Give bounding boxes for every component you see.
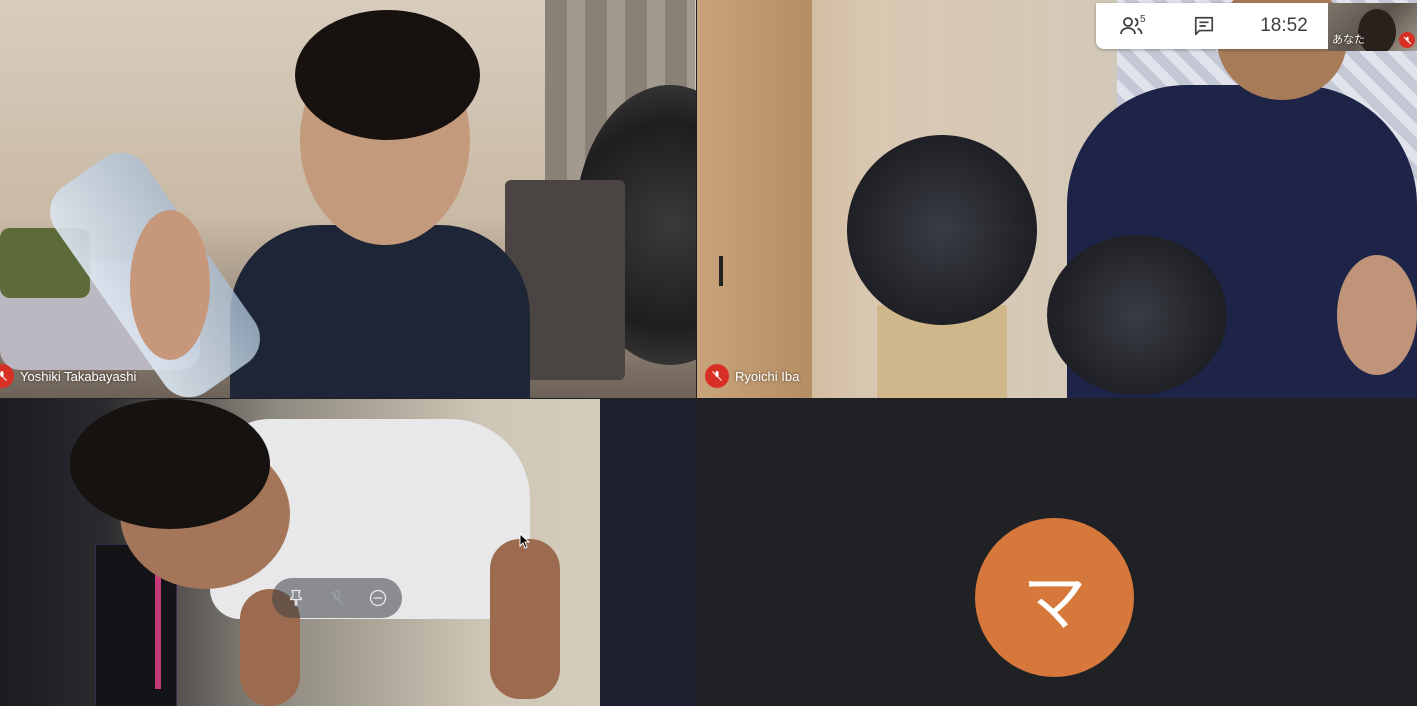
mic-off-icon <box>705 364 729 388</box>
person-hair <box>70 399 270 529</box>
participant-tile-3[interactable] <box>0 399 696 706</box>
participant-tile-ryoichi[interactable]: Ryoichi Iba <box>697 0 1417 398</box>
hand <box>130 210 210 360</box>
participant-name: Yoshiki Takabayashi <box>20 368 137 384</box>
door <box>697 0 812 398</box>
participant-avatar: マ <box>975 518 1134 677</box>
self-view-label: あなた <box>1332 34 1365 46</box>
chat-icon <box>1194 16 1214 36</box>
dumbbell-right <box>1047 235 1227 395</box>
dumbbell-left <box>847 135 1037 325</box>
meeting-top-bar: 5 18:52 <box>1096 3 1328 49</box>
pin-icon[interactable] <box>280 582 312 614</box>
participants-button[interactable]: 5 <box>1096 3 1168 49</box>
participant-tile-4[interactable]: マ <box>697 399 1417 706</box>
chat-button[interactable] <box>1168 3 1240 49</box>
participant-name: Ryoichi Iba <box>735 368 800 384</box>
mouse-cursor-icon <box>519 533 531 549</box>
remove-icon[interactable] <box>362 582 394 614</box>
participants-count: 5 <box>1140 14 1146 25</box>
person-shirt <box>230 225 530 398</box>
participant-tile-yoshiki[interactable]: Yoshiki Takabayashi <box>0 0 696 398</box>
wall-panel <box>600 399 696 706</box>
participant-name-label: Ryoichi Iba <box>705 364 799 388</box>
hand <box>1337 255 1417 375</box>
participant-name-label: Yoshiki Takabayashi <box>0 364 136 388</box>
mic-off-icon <box>0 364 14 388</box>
meeting-clock: 18:52 <box>1260 15 1308 36</box>
person-hair <box>295 10 480 140</box>
arm <box>490 539 560 699</box>
self-view[interactable]: あなた <box>1328 3 1417 51</box>
door-handle <box>719 256 723 286</box>
pc-light <box>155 569 161 689</box>
tile-hover-controls <box>272 578 402 618</box>
meeting-stage: Yoshiki Takabayashi Ryoichi Iba マ 5 18:5… <box>0 0 1417 706</box>
mic-off-icon <box>1399 32 1415 48</box>
mic-off-icon[interactable] <box>321 582 353 614</box>
